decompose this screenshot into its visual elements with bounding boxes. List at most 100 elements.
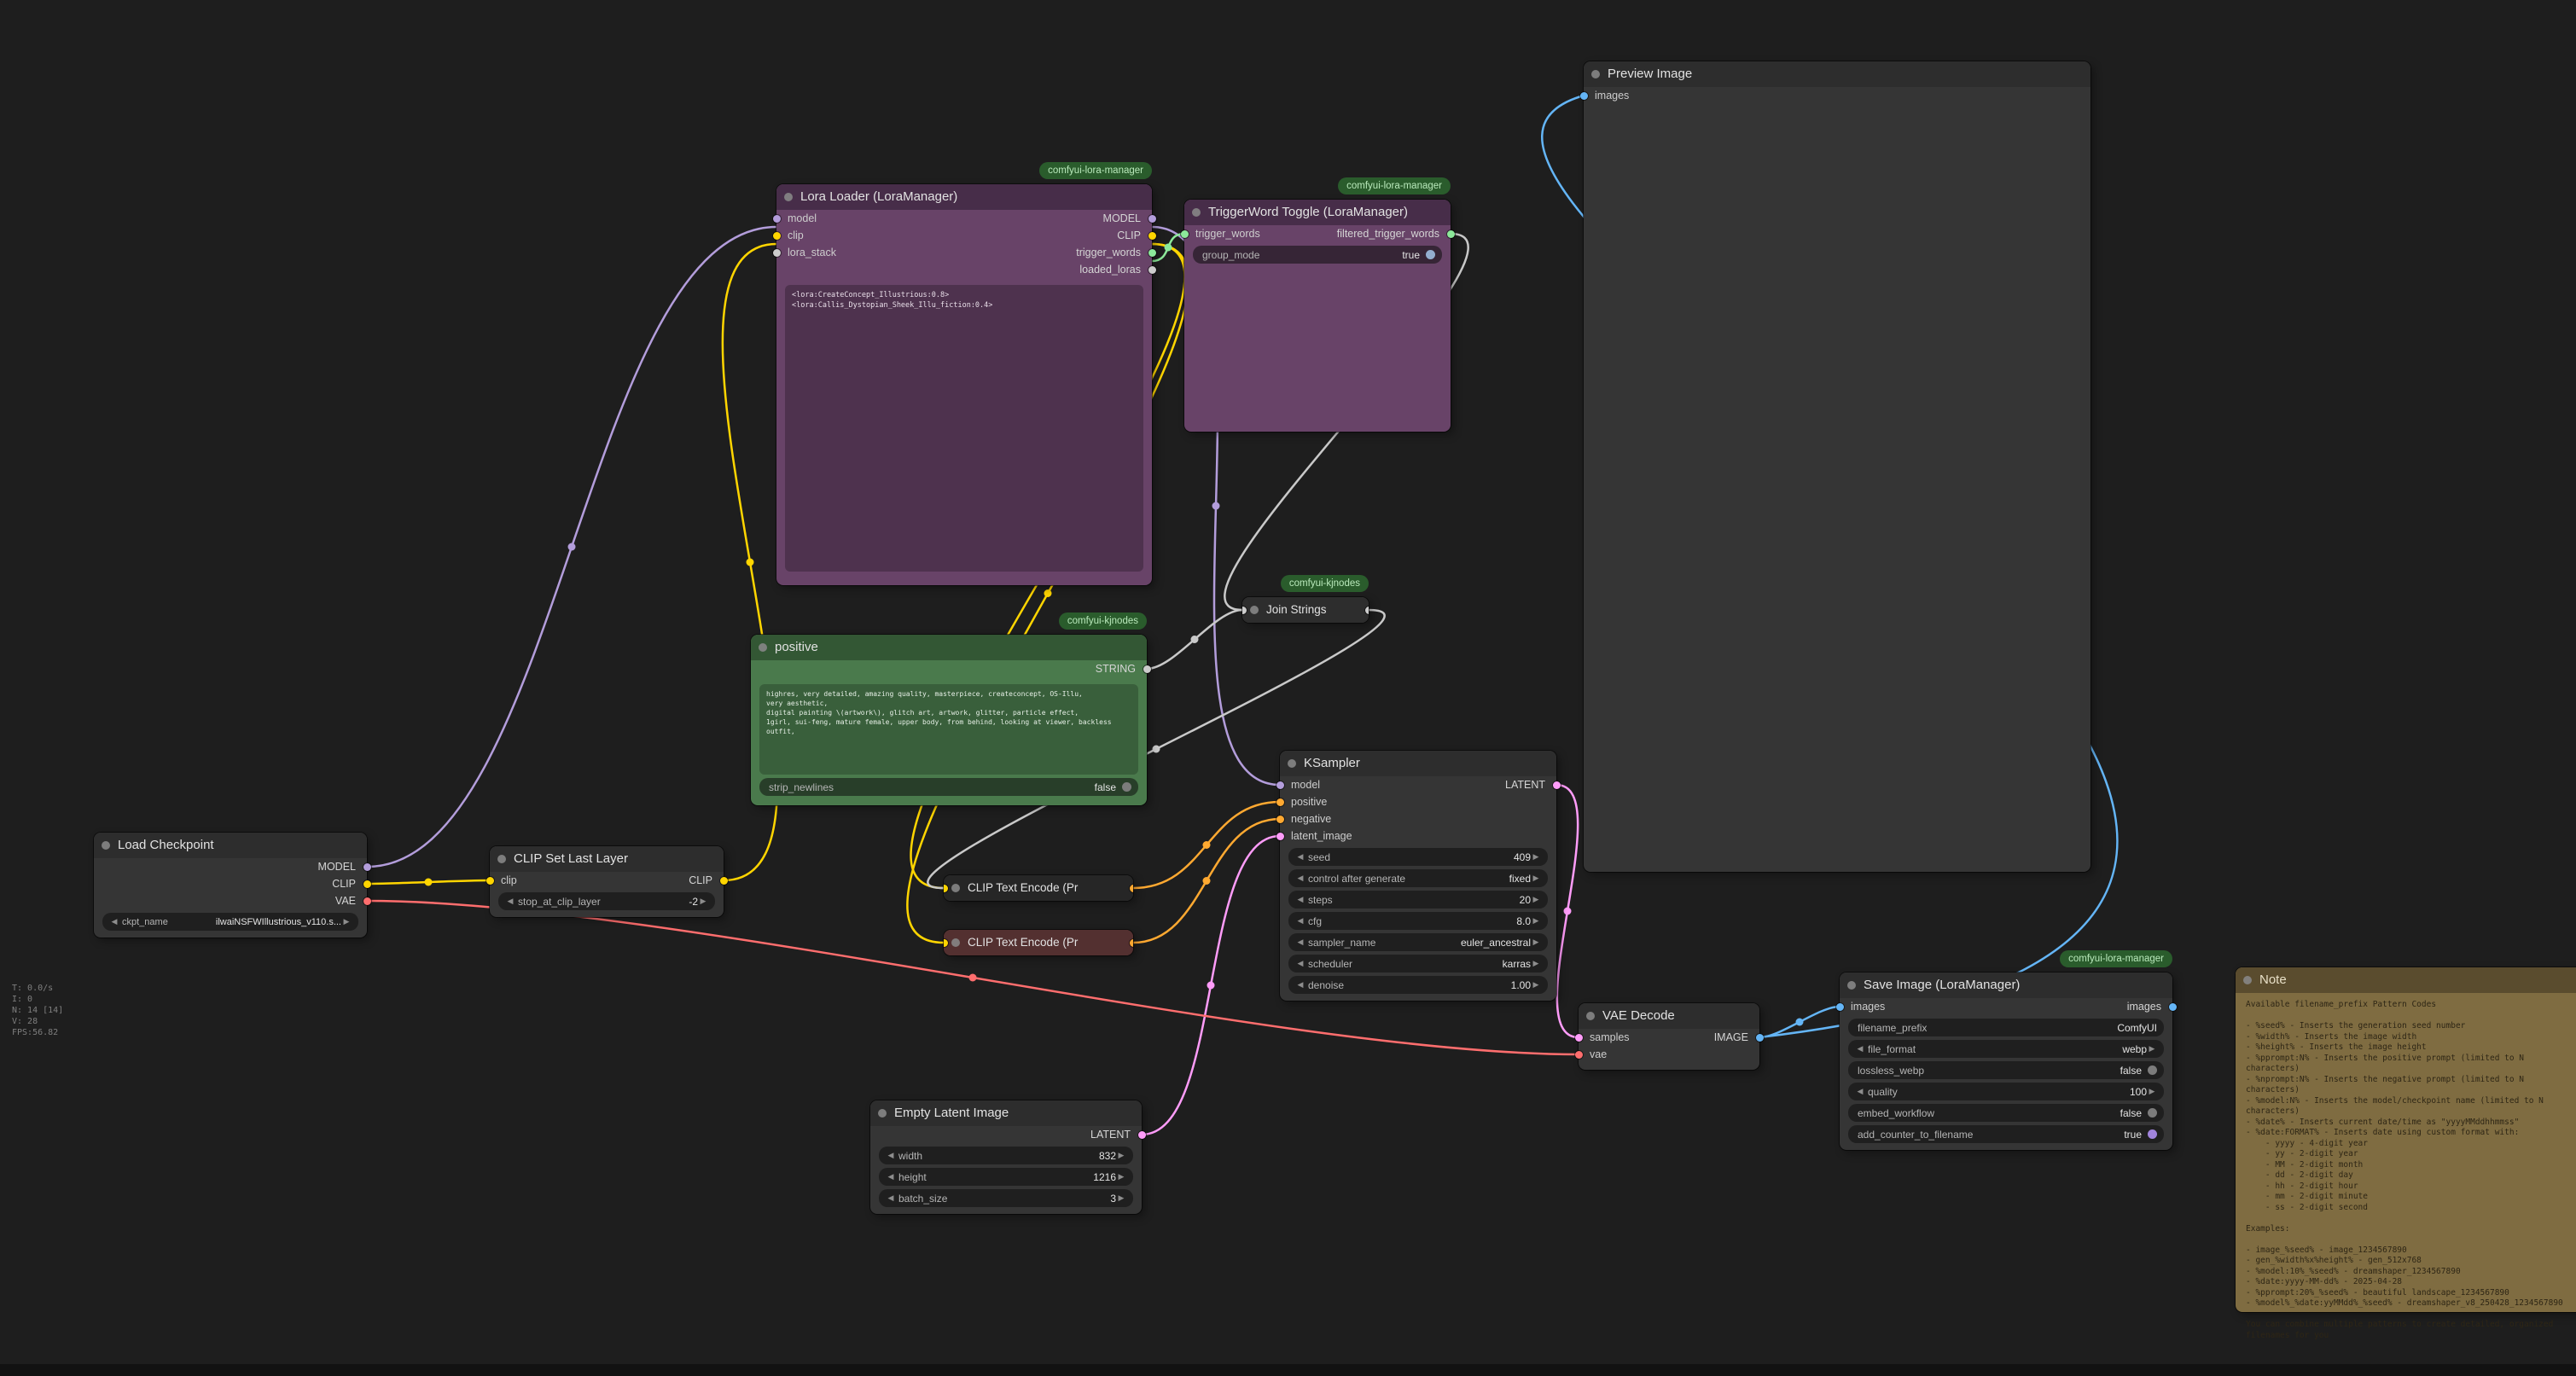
collapse-dot-icon[interactable]	[102, 841, 110, 850]
output-pin-clip[interactable]	[363, 880, 371, 888]
decrement-arrow-icon[interactable]	[886, 1193, 896, 1203]
group-mode-toggle[interactable]: group_mode true	[1193, 246, 1442, 264]
collapse-dot-icon[interactable]	[759, 643, 767, 652]
output-pin-string[interactable]	[1143, 665, 1151, 673]
input-pin-negative[interactable]	[1276, 816, 1284, 823]
input-pin-clip[interactable]	[773, 232, 781, 240]
increment-arrow-icon[interactable]	[1531, 916, 1541, 926]
output-pin-filtered-trigger-words[interactable]	[1447, 230, 1455, 238]
node-title-bar[interactable]: CLIP Text Encode (Pr	[944, 875, 1133, 901]
output-pin-latent[interactable]	[1138, 1131, 1146, 1139]
output-pin-trigger-words[interactable]	[1148, 249, 1156, 257]
toggle-knob-icon[interactable]	[2148, 1065, 2157, 1075]
collapse-dot-icon[interactable]	[1847, 981, 1856, 990]
collapsed-input-pin[interactable]	[1242, 607, 1247, 614]
strip-newlines-toggle[interactable]: strip_newlines false	[759, 778, 1138, 796]
height-stepper[interactable]: height 1216	[879, 1168, 1133, 1186]
output-pin-latent[interactable]	[1553, 781, 1561, 789]
node-title-bar[interactable]: Note	[2236, 967, 2576, 993]
collapse-dot-icon[interactable]	[878, 1109, 887, 1118]
node-positive-prompt[interactable]: comfyui-kjnodes positive STRING highres,…	[751, 635, 1147, 805]
quality-stepper[interactable]: quality 100	[1848, 1083, 2164, 1100]
increment-arrow-icon[interactable]	[1116, 1151, 1126, 1160]
input-pin-clip[interactable]	[486, 877, 494, 885]
node-lora-loader[interactable]: comfyui-lora-manager Lora Loader (LoraMa…	[776, 184, 1152, 585]
input-pin-images[interactable]	[1580, 92, 1588, 100]
output-pin-clip[interactable]	[720, 877, 728, 885]
lora-syntax-textarea[interactable]: <lora:CreateConcept_Illustrious:0.8> <lo…	[785, 285, 1143, 572]
collapsed-input-pin[interactable]	[944, 939, 948, 947]
node-vae-decode[interactable]: VAE Decode samples IMAGE vae	[1579, 1003, 1759, 1070]
input-pin-vae[interactable]	[1575, 1051, 1583, 1059]
collapse-dot-icon[interactable]	[784, 193, 793, 201]
decrement-arrow-icon[interactable]	[505, 897, 515, 906]
node-join-strings[interactable]: comfyui-kjnodes Join Strings	[1242, 597, 1369, 623]
node-title-bar[interactable]: Save Image (LoraManager)	[1840, 972, 2172, 998]
control-after-generate-combo[interactable]: control after generate fixed	[1288, 869, 1548, 887]
node-note[interactable]: Note Available filename_prefix Pattern C…	[2236, 967, 2576, 1312]
collapse-dot-icon[interactable]	[497, 855, 506, 863]
node-title-bar[interactable]: positive	[751, 635, 1147, 660]
decrement-arrow-icon[interactable]	[886, 1151, 896, 1160]
input-pin-lora-stack[interactable]	[773, 249, 781, 257]
collapse-dot-icon[interactable]	[951, 884, 960, 892]
collapsed-output-pin[interactable]	[1130, 939, 1134, 947]
node-clip-text-encode-positive[interactable]: CLIP Text Encode (Pr	[944, 875, 1133, 901]
collapsed-output-pin[interactable]	[1130, 885, 1134, 892]
width-stepper[interactable]: width 832	[879, 1147, 1133, 1164]
decrement-arrow-icon[interactable]	[1295, 852, 1305, 862]
node-clip-set-last-layer[interactable]: CLIP Set Last Layer clip CLIP stop_at_cl…	[490, 846, 724, 917]
increment-arrow-icon[interactable]	[1531, 938, 1541, 947]
node-title-bar[interactable]: Preview Image	[1584, 61, 2090, 87]
collapse-dot-icon[interactable]	[2243, 976, 2252, 984]
node-title-bar[interactable]: TriggerWord Toggle (LoraManager)	[1184, 200, 1451, 225]
increment-arrow-icon[interactable]	[1531, 895, 1541, 904]
cfg-stepper[interactable]: cfg 8.0	[1288, 912, 1548, 930]
toggle-knob-icon[interactable]	[1426, 250, 1435, 259]
increment-arrow-icon[interactable]	[1531, 980, 1541, 990]
increment-arrow-icon[interactable]	[2147, 1044, 2157, 1054]
node-preview-image[interactable]: Preview Image images	[1584, 61, 2090, 872]
file-format-combo[interactable]: file_format webp	[1848, 1040, 2164, 1058]
collapse-dot-icon[interactable]	[1250, 606, 1259, 614]
decrement-arrow-icon[interactable]	[1855, 1044, 1865, 1054]
input-pin-images[interactable]	[1836, 1003, 1844, 1011]
node-title-bar[interactable]: VAE Decode	[1579, 1003, 1759, 1029]
increment-arrow-icon[interactable]	[341, 917, 352, 926]
node-title-bar[interactable]: CLIP Set Last Layer	[490, 846, 724, 872]
ckpt-name-combo[interactable]: ckpt_name ilwaiNSFWIllustrious_v110.s...	[102, 913, 358, 931]
node-title-bar[interactable]: Load Checkpoint	[94, 833, 367, 858]
collapsed-output-pin[interactable]	[1365, 607, 1369, 614]
scheduler-combo[interactable]: scheduler karras	[1288, 955, 1548, 972]
toggle-knob-icon[interactable]	[2148, 1108, 2157, 1118]
steps-stepper[interactable]: steps 20	[1288, 891, 1548, 909]
collapse-dot-icon[interactable]	[1192, 208, 1201, 217]
collapse-dot-icon[interactable]	[1586, 1012, 1595, 1020]
toggle-knob-icon[interactable]	[2148, 1129, 2157, 1139]
input-pin-model[interactable]	[773, 215, 781, 223]
node-title-bar[interactable]: Lora Loader (LoraManager)	[776, 184, 1152, 210]
decrement-arrow-icon[interactable]	[1295, 916, 1305, 926]
node-graph-canvas[interactable]: T: 0.0/s I: 0 N: 14 [14] V: 28 FPS:56.82…	[0, 0, 2576, 1376]
output-pin-model[interactable]	[1148, 215, 1156, 223]
input-pin-latent-image[interactable]	[1276, 833, 1284, 840]
output-pin-model[interactable]	[363, 863, 371, 871]
output-pin-images[interactable]	[2169, 1003, 2177, 1011]
output-pin-loaded-loras[interactable]	[1148, 266, 1156, 274]
collapsed-input-pin[interactable]	[944, 885, 948, 892]
node-empty-latent-image[interactable]: Empty Latent Image LATENT width 832 heig…	[870, 1100, 1142, 1214]
node-clip-text-encode-negative[interactable]: CLIP Text Encode (Pr	[944, 930, 1133, 955]
decrement-arrow-icon[interactable]	[1295, 980, 1305, 990]
filename-prefix-field[interactable]: filename_prefix ComfyUI	[1848, 1019, 2164, 1036]
collapse-dot-icon[interactable]	[1288, 759, 1296, 768]
input-pin-positive[interactable]	[1276, 798, 1284, 806]
increment-arrow-icon[interactable]	[698, 897, 708, 906]
increment-arrow-icon[interactable]	[1116, 1172, 1126, 1182]
increment-arrow-icon[interactable]	[2147, 1087, 2157, 1096]
increment-arrow-icon[interactable]	[1531, 874, 1541, 883]
embed-workflow-toggle[interactable]: embed_workflow false	[1848, 1104, 2164, 1122]
decrement-arrow-icon[interactable]	[886, 1172, 896, 1182]
input-pin-samples[interactable]	[1575, 1034, 1583, 1042]
decrement-arrow-icon[interactable]	[1855, 1087, 1865, 1096]
input-pin-trigger-words[interactable]	[1181, 230, 1189, 238]
